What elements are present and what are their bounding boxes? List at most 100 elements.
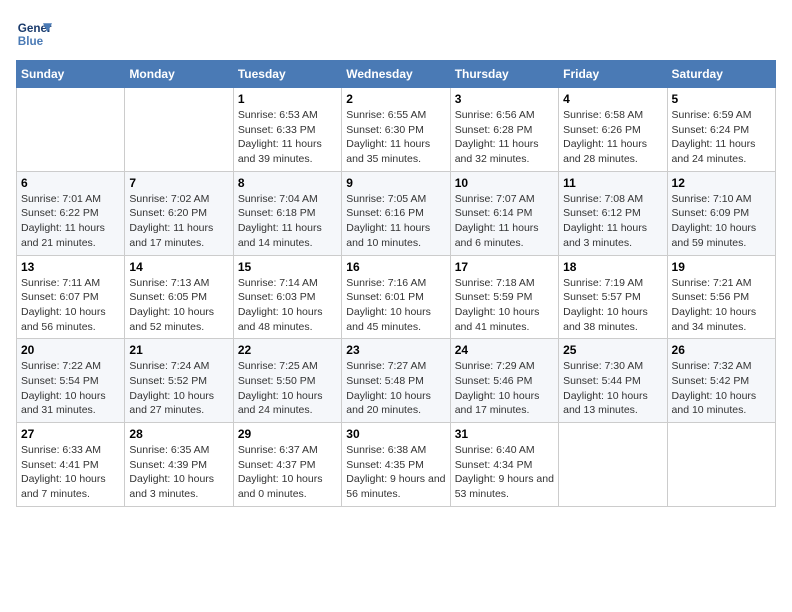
calendar-day-10: 10 Sunrise: 7:07 AMSunset: 6:14 PMDayligh… — [450, 171, 558, 255]
day-number: 10 — [455, 176, 554, 190]
day-info: Sunrise: 6:33 AMSunset: 4:41 PMDaylight:… — [21, 443, 120, 502]
day-number: 7 — [129, 176, 228, 190]
day-info: Sunrise: 7:29 AMSunset: 5:46 PMDaylight:… — [455, 359, 554, 418]
day-number: 28 — [129, 427, 228, 441]
header-saturday: Saturday — [667, 61, 775, 88]
day-info: Sunrise: 7:22 AMSunset: 5:54 PMDaylight:… — [21, 359, 120, 418]
calendar-day-16: 16 Sunrise: 7:16 AMSunset: 6:01 PMDayligh… — [342, 255, 450, 339]
day-number: 30 — [346, 427, 445, 441]
day-info: Sunrise: 6:40 AMSunset: 4:34 PMDaylight:… — [455, 443, 554, 502]
calendar-day-25: 25Sunrise: 7:30 AMSunset: 5:44 PMDayligh… — [559, 339, 667, 423]
day-info: Sunrise: 7:24 AMSunset: 5:52 PMDaylight:… — [129, 359, 228, 418]
day-info: Sunrise: 6:37 AMSunset: 4:37 PMDaylight:… — [238, 443, 337, 502]
header-wednesday: Wednesday — [342, 61, 450, 88]
calendar-day-14: 14 Sunrise: 7:13 AMSunset: 6:05 PMDayligh… — [125, 255, 233, 339]
day-info: Sunrise: 6:35 AMSunset: 4:39 PMDaylight:… — [129, 443, 228, 502]
day-number: 2 — [346, 92, 445, 106]
day-info: Sunrise: 7:04 AMSunset: 6:18 PMDaylight:… — [238, 192, 337, 251]
empty-cell — [125, 88, 233, 172]
day-number: 15 — [238, 260, 337, 274]
day-info: Sunrise: 7:13 AMSunset: 6:05 PMDaylight:… — [129, 276, 228, 335]
calendar-day-13: 13 Sunrise: 7:11 AMSunset: 6:07 PMDayligh… — [17, 255, 125, 339]
day-number: 26 — [672, 343, 771, 357]
calendar-header-row: SundayMondayTuesdayWednesdayThursdayFrid… — [17, 61, 776, 88]
day-number: 4 — [563, 92, 662, 106]
calendar-week-row: 27 Sunrise: 6:33 AMSunset: 4:41 PMDayligh… — [17, 423, 776, 507]
calendar-day-23: 23 Sunrise: 7:27 AMSunset: 5:48 PMDayligh… — [342, 339, 450, 423]
svg-text:Blue: Blue — [18, 35, 44, 48]
day-number: 22 — [238, 343, 337, 357]
day-info: Sunrise: 7:32 AMSunset: 5:42 PMDaylight:… — [672, 359, 771, 418]
day-number: 13 — [21, 260, 120, 274]
day-info: Sunrise: 7:11 AMSunset: 6:07 PMDaylight:… — [21, 276, 120, 335]
calendar-day-29: 29 Sunrise: 6:37 AMSunset: 4:37 PMDayligh… — [233, 423, 341, 507]
calendar-day-4: 4 Sunrise: 6:58 AMSunset: 6:26 PMDaylight… — [559, 88, 667, 172]
calendar-week-row: 13 Sunrise: 7:11 AMSunset: 6:07 PMDayligh… — [17, 255, 776, 339]
logo: General Blue — [16, 16, 52, 52]
day-info: Sunrise: 7:18 AMSunset: 5:59 PMDaylight:… — [455, 276, 554, 335]
header-thursday: Thursday — [450, 61, 558, 88]
day-number: 12 — [672, 176, 771, 190]
calendar-day-24: 24 Sunrise: 7:29 AMSunset: 5:46 PMDayligh… — [450, 339, 558, 423]
day-number: 3 — [455, 92, 554, 106]
day-number: 21 — [129, 343, 228, 357]
logo-icon: General Blue — [16, 16, 52, 52]
day-number: 19 — [672, 260, 771, 274]
day-number: 1 — [238, 92, 337, 106]
calendar-day-18: 18 Sunrise: 7:19 AMSunset: 5:57 PMDayligh… — [559, 255, 667, 339]
header-monday: Monday — [125, 61, 233, 88]
day-number: 5 — [672, 92, 771, 106]
day-info: Sunrise: 7:01 AMSunset: 6:22 PMDaylight:… — [21, 192, 120, 251]
day-info: Sunrise: 7:10 AMSunset: 6:09 PMDaylight:… — [672, 192, 771, 251]
day-info: Sunrise: 7:25 AMSunset: 5:50 PMDaylight:… — [238, 359, 337, 418]
calendar-day-28: 28 Sunrise: 6:35 AMSunset: 4:39 PMDayligh… — [125, 423, 233, 507]
day-number: 24 — [455, 343, 554, 357]
day-info: Sunrise: 7:27 AMSunset: 5:48 PMDaylight:… — [346, 359, 445, 418]
day-info: Sunrise: 7:07 AMSunset: 6:14 PMDaylight:… — [455, 192, 554, 251]
calendar-day-2: 2Sunrise: 6:55 AMSunset: 6:30 PMDaylight… — [342, 88, 450, 172]
day-number: 23 — [346, 343, 445, 357]
calendar-day-21: 21 Sunrise: 7:24 AMSunset: 5:52 PMDayligh… — [125, 339, 233, 423]
calendar-day-11: 11 Sunrise: 7:08 AMSunset: 6:12 PMDayligh… — [559, 171, 667, 255]
day-number: 16 — [346, 260, 445, 274]
calendar-day-6: 6Sunrise: 7:01 AMSunset: 6:22 PMDaylight… — [17, 171, 125, 255]
calendar-table: SundayMondayTuesdayWednesdayThursdayFrid… — [16, 60, 776, 507]
day-number: 8 — [238, 176, 337, 190]
calendar-day-31: 31Sunrise: 6:40 AMSunset: 4:34 PMDayligh… — [450, 423, 558, 507]
day-info: Sunrise: 6:53 AMSunset: 6:33 PMDaylight:… — [238, 108, 337, 167]
day-info: Sunrise: 6:58 AMSunset: 6:26 PMDaylight:… — [563, 108, 662, 167]
day-number: 17 — [455, 260, 554, 274]
calendar-day-27: 27 Sunrise: 6:33 AMSunset: 4:41 PMDayligh… — [17, 423, 125, 507]
calendar-week-row: 6Sunrise: 7:01 AMSunset: 6:22 PMDaylight… — [17, 171, 776, 255]
day-info: Sunrise: 6:59 AMSunset: 6:24 PMDaylight:… — [672, 108, 771, 167]
calendar-day-15: 15Sunrise: 7:14 AMSunset: 6:03 PMDayligh… — [233, 255, 341, 339]
calendar-day-26: 26 Sunrise: 7:32 AMSunset: 5:42 PMDayligh… — [667, 339, 775, 423]
day-number: 20 — [21, 343, 120, 357]
day-info: Sunrise: 7:08 AMSunset: 6:12 PMDaylight:… — [563, 192, 662, 251]
calendar-day-20: 20 Sunrise: 7:22 AMSunset: 5:54 PMDayligh… — [17, 339, 125, 423]
day-info: Sunrise: 6:38 AMSunset: 4:35 PMDaylight:… — [346, 443, 445, 502]
header-tuesday: Tuesday — [233, 61, 341, 88]
empty-cell — [17, 88, 125, 172]
calendar-day-9: 9 Sunrise: 7:05 AMSunset: 6:16 PMDaylight… — [342, 171, 450, 255]
calendar-day-19: 19Sunrise: 7:21 AMSunset: 5:56 PMDayligh… — [667, 255, 775, 339]
day-info: Sunrise: 7:05 AMSunset: 6:16 PMDaylight:… — [346, 192, 445, 251]
header-friday: Friday — [559, 61, 667, 88]
day-number: 27 — [21, 427, 120, 441]
day-number: 14 — [129, 260, 228, 274]
calendar-week-row: 20 Sunrise: 7:22 AMSunset: 5:54 PMDayligh… — [17, 339, 776, 423]
day-info: Sunrise: 6:56 AMSunset: 6:28 PMDaylight:… — [455, 108, 554, 167]
calendar-day-1: 1 Sunrise: 6:53 AMSunset: 6:33 PMDaylight… — [233, 88, 341, 172]
calendar-day-8: 8 Sunrise: 7:04 AMSunset: 6:18 PMDaylight… — [233, 171, 341, 255]
calendar-day-12: 12 Sunrise: 7:10 AMSunset: 6:09 PMDayligh… — [667, 171, 775, 255]
day-number: 9 — [346, 176, 445, 190]
day-number: 18 — [563, 260, 662, 274]
calendar-day-5: 5 Sunrise: 6:59 AMSunset: 6:24 PMDaylight… — [667, 88, 775, 172]
header-sunday: Sunday — [17, 61, 125, 88]
day-info: Sunrise: 7:19 AMSunset: 5:57 PMDaylight:… — [563, 276, 662, 335]
day-info: Sunrise: 7:02 AMSunset: 6:20 PMDaylight:… — [129, 192, 228, 251]
calendar-day-30: 30 Sunrise: 6:38 AMSunset: 4:35 PMDayligh… — [342, 423, 450, 507]
day-number: 11 — [563, 176, 662, 190]
day-number: 29 — [238, 427, 337, 441]
day-info: Sunrise: 7:16 AMSunset: 6:01 PMDaylight:… — [346, 276, 445, 335]
